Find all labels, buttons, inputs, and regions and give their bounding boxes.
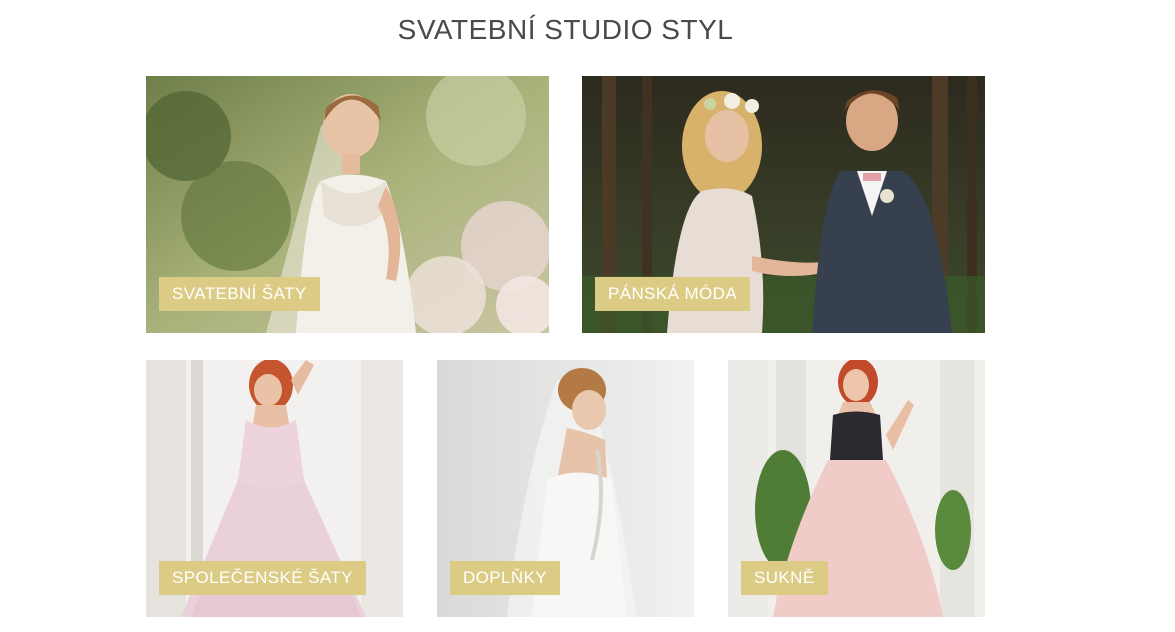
category-tile-mens-fashion[interactable]: PÁNSKÁ MÓDA bbox=[582, 76, 985, 333]
page-title: SVATEBNÍ STUDIO STYL bbox=[397, 14, 734, 45]
category-tile-accessories[interactable]: DOPLŇKY bbox=[437, 360, 694, 617]
tile-label: SVATEBNÍ ŠATY bbox=[159, 277, 320, 311]
category-tile-evening-dresses[interactable]: SPOLEČENSKÉ ŠATY bbox=[146, 360, 403, 617]
tile-label: SUKNĚ bbox=[741, 561, 828, 595]
tile-label: DOPLŇKY bbox=[450, 561, 561, 595]
tile-label: SPOLEČENSKÉ ŠATY bbox=[159, 561, 366, 595]
tile-label: PÁNSKÁ MÓDA bbox=[595, 277, 751, 311]
category-tile-skirts[interactable]: SUKNĚ bbox=[728, 360, 985, 617]
category-tile-wedding-dresses[interactable]: SVATEBNÍ ŠATY bbox=[146, 76, 549, 333]
